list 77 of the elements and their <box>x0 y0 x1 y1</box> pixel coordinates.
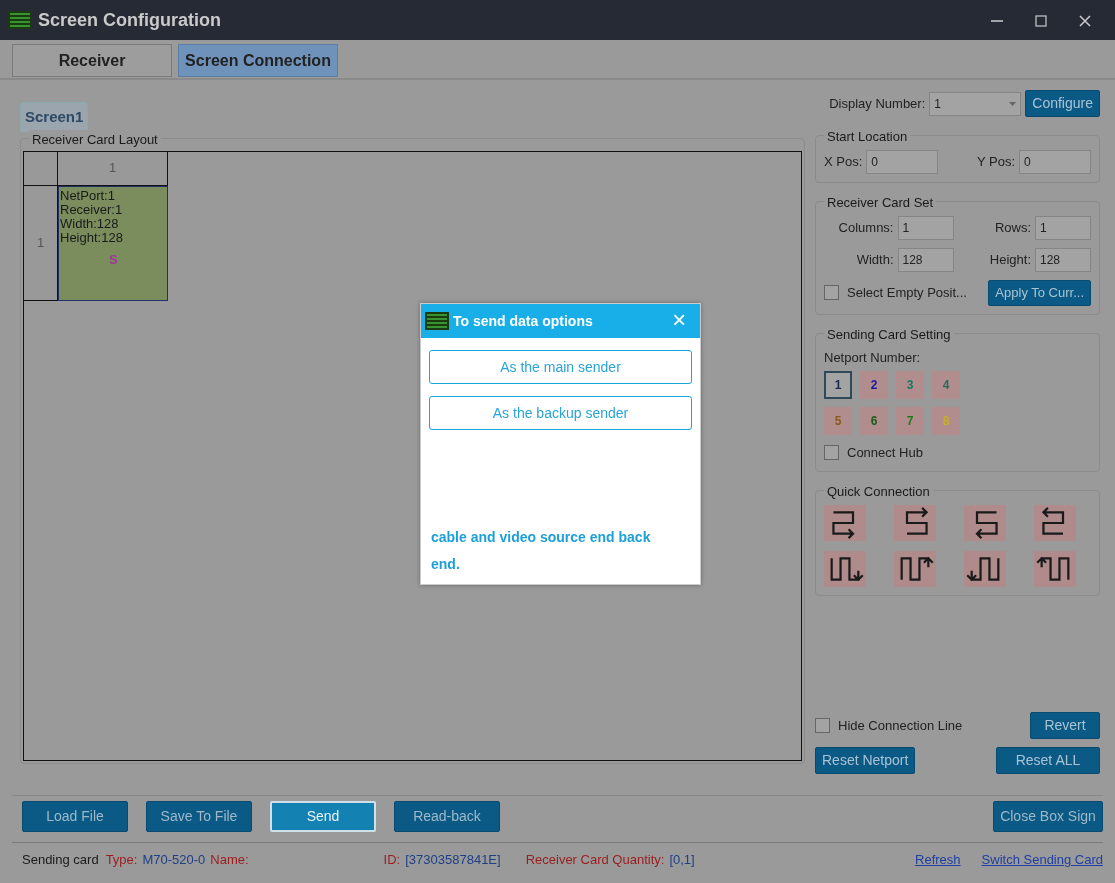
netport-button[interactable]: 4 <box>932 371 960 399</box>
status-text: [0,1] <box>669 850 695 869</box>
status-text: Sending card <box>22 850 99 869</box>
checkbox-label: Connect Hub <box>847 444 923 462</box>
screen-tab[interactable]: Screen1 <box>20 102 89 132</box>
action-button[interactable]: Load File <box>22 801 128 832</box>
card-info-text: Width:128 <box>60 217 120 232</box>
field-label: Columns: <box>838 219 894 238</box>
input-field[interactable]: 1 <box>1035 216 1091 240</box>
quick-connection-button[interactable] <box>824 550 866 587</box>
app-logo-icon <box>8 11 32 29</box>
status-text: ID: <box>383 850 401 869</box>
dialog-message: cable and video source end back end. <box>431 528 652 574</box>
revert-button[interactable]: Revert <box>1030 712 1100 739</box>
close-box-sign-button[interactable]: Close Box Sign <box>993 801 1103 832</box>
app-logo-icon <box>425 312 449 330</box>
card-info-text: Height:128 <box>60 231 124 246</box>
quick-connection-button[interactable] <box>894 504 936 541</box>
status-link[interactable]: Refresh <box>915 849 961 870</box>
quick-connection-button[interactable] <box>1034 550 1076 587</box>
field-label: Width: <box>856 251 894 270</box>
quick-connection-button[interactable] <box>894 550 936 587</box>
status-link[interactable]: Switch Sending Card <box>981 849 1103 870</box>
input-field[interactable]: 128 <box>897 248 954 272</box>
status-text: M70-520-0 <box>142 850 206 869</box>
netport-button[interactable]: 2 <box>860 371 888 399</box>
field-label: X Pos: <box>824 153 863 172</box>
quick-connection-button[interactable] <box>824 504 866 541</box>
caret-icon <box>1009 101 1017 106</box>
status-text: Name: <box>210 850 249 869</box>
reset-netport-button[interactable]: Reset Netport <box>815 747 916 774</box>
field-label: Display Number: <box>829 94 926 113</box>
select-value: 1 <box>934 95 941 113</box>
column-header: 1 <box>58 151 168 186</box>
dialog-option-button[interactable]: As the backup sender <box>429 396 692 430</box>
netport-button[interactable]: 1 <box>824 371 852 399</box>
quick-connection-button[interactable] <box>964 504 1006 541</box>
input-field[interactable]: 0 <box>1019 150 1091 174</box>
card-marker: S <box>109 252 118 267</box>
field-label: Y Pos: <box>976 153 1015 172</box>
tab[interactable]: Screen Connection <box>178 44 338 77</box>
netport-button[interactable]: 6 <box>860 407 888 435</box>
action-button[interactable]: Send <box>270 801 376 832</box>
status-text: Receiver Card Quantity: <box>525 850 665 869</box>
dialog-close-button[interactable]: × <box>672 309 686 333</box>
checkbox-label: Select Empty Posit... <box>847 284 967 302</box>
card-info-text: NetPort:1 <box>60 188 116 203</box>
card-info-text: Receiver:1 <box>60 202 124 218</box>
checkbox-label: Hide Connection Line <box>838 716 963 735</box>
maximize-icon <box>1035 14 1047 27</box>
input-field[interactable]: 0 <box>866 150 939 174</box>
dialog-option-button[interactable]: As the main sender <box>429 350 692 384</box>
action-button[interactable]: Read-back <box>394 801 500 832</box>
netport-label: Netport Number: <box>824 348 922 367</box>
status-text: [37303587841E] <box>405 850 501 869</box>
reset-all-button[interactable]: Reset ALL <box>996 747 1100 774</box>
panel-title: Receiver Card Layout <box>29 129 161 149</box>
configure-button[interactable]: Configure <box>1025 90 1100 117</box>
tab[interactable]: Receiver <box>12 44 172 77</box>
checkbox[interactable] <box>824 285 839 301</box>
row-header: 1 <box>24 185 58 301</box>
status-text: Type: <box>105 850 138 869</box>
window-title: Screen Configuration <box>38 8 221 32</box>
dialog-title: To send data options <box>453 311 594 331</box>
field-label: Rows: <box>994 219 1031 238</box>
checkbox[interactable] <box>815 718 830 733</box>
quick-connection-button[interactable] <box>964 550 1006 587</box>
input-field[interactable]: 128 <box>1035 248 1091 272</box>
apply-button[interactable]: Apply To Curr... <box>988 280 1091 306</box>
receiver-card[interactable]: NetPort:1 Receiver:1 Width:128 Height:128 S <box>58 185 168 301</box>
field-label: Height: <box>989 251 1031 270</box>
action-button[interactable]: Save To File <box>146 801 252 832</box>
quick-connection-button[interactable] <box>1034 504 1076 541</box>
display-number-select[interactable]: 1 <box>929 91 1022 116</box>
close-icon <box>1079 14 1091 27</box>
checkbox[interactable] <box>824 445 839 461</box>
input-field[interactable]: 1 <box>897 216 954 240</box>
